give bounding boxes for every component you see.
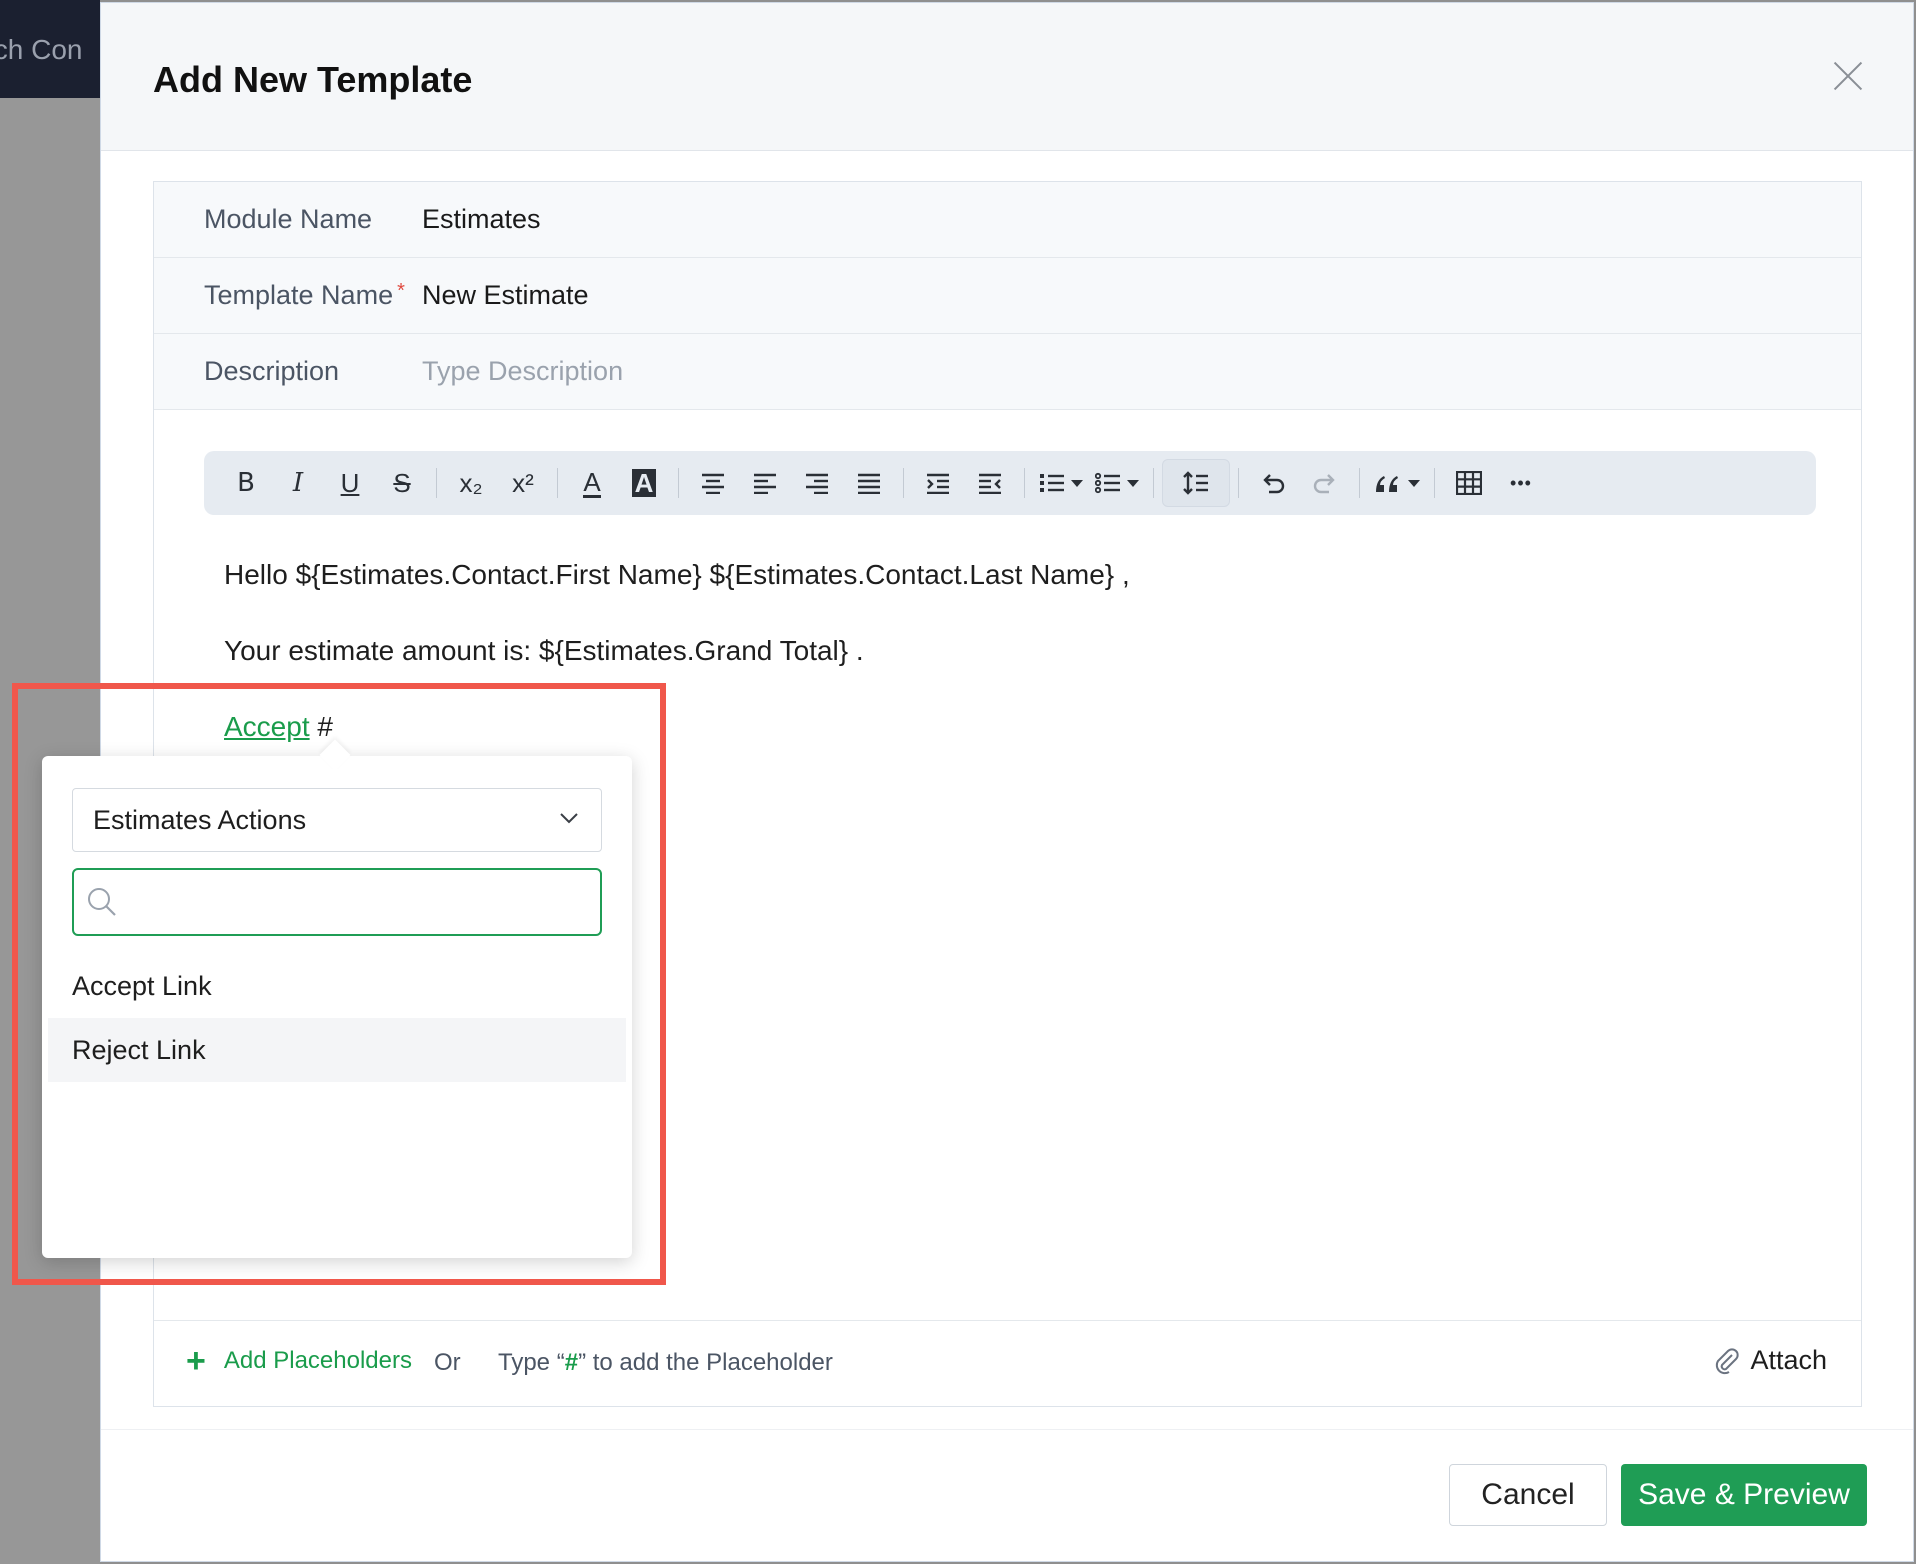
plus-icon: + — [186, 1342, 206, 1380]
modal-header: Add New Template — [101, 3, 1913, 151]
italic-label: I — [292, 468, 304, 498]
actions-select[interactable]: Estimates Actions — [72, 788, 602, 852]
bold-label: B — [237, 468, 255, 498]
chevron-down-icon — [1071, 479, 1083, 487]
numbered-list-icon[interactable] — [1033, 459, 1089, 507]
toolbar-divider — [1434, 468, 1435, 498]
superscript-label: x² — [512, 467, 534, 498]
form-footer: + Add Placeholders Or Type “#” to add th… — [154, 1320, 1861, 1406]
blockquote-icon[interactable] — [1368, 459, 1426, 507]
hint-pre: Type “ — [498, 1349, 565, 1376]
background-color-button[interactable]: A — [618, 459, 670, 507]
modal-footer: Cancel Save & Preview — [101, 1429, 1913, 1561]
template-name-row: Template Name * New Estimate — [154, 258, 1861, 334]
placeholder-popover: Estimates Actions Accept Link Reject Lin… — [42, 756, 632, 1258]
bold-button[interactable]: B — [220, 459, 272, 507]
background-color-label: A — [631, 469, 657, 497]
description-label: Description — [204, 356, 340, 386]
actions-select-value: Estimates Actions — [93, 805, 307, 835]
hash-trigger: # — [309, 711, 333, 742]
module-name-label: Module Name — [204, 204, 373, 234]
table-icon[interactable] — [1443, 459, 1495, 507]
italic-button[interactable]: I — [272, 459, 324, 507]
redo-icon[interactable] — [1299, 459, 1351, 507]
modal-title: Add New Template — [153, 59, 473, 100]
underline-label: U — [340, 467, 360, 498]
add-placeholders-button[interactable]: + Add Placeholders — [186, 1342, 412, 1380]
text-color-label: A — [583, 466, 601, 498]
outdent-icon[interactable] — [964, 459, 1016, 507]
text-color-button[interactable]: A — [566, 459, 618, 507]
toolbar-divider — [1359, 468, 1360, 498]
template-name-label-text: Template Name — [204, 280, 394, 310]
align-center-icon[interactable] — [687, 459, 739, 507]
attach-label: Attach — [1750, 1345, 1827, 1375]
template-name-input[interactable]: New Estimate — [422, 280, 589, 311]
chevron-down-icon — [560, 813, 578, 824]
toolbar-divider — [557, 468, 558, 498]
subscript-button[interactable]: x₂ — [445, 459, 497, 507]
or-text: Or — [434, 1349, 461, 1376]
attach-button[interactable]: Attach — [1712, 1345, 1827, 1376]
subscript-label: x₂ — [459, 467, 483, 498]
option-reject-link[interactable]: Reject Link — [48, 1018, 626, 1082]
editor-toolbar: B I U S x₂ x² A A ••• — [204, 451, 1816, 515]
close-icon[interactable] — [1831, 59, 1865, 93]
editor-line-2: Your estimate amount is: ${Estimates.Gra… — [224, 635, 864, 666]
accept-link[interactable]: Accept — [224, 711, 310, 742]
editor-line-3: Accept # — [224, 704, 1804, 750]
more-label: ••• — [1510, 472, 1532, 493]
search-field — [72, 868, 602, 936]
toolbar-divider — [1153, 468, 1154, 498]
save-preview-button[interactable]: Save & Preview — [1621, 1464, 1867, 1526]
toolbar-divider — [1238, 468, 1239, 498]
placeholder-hint: Type “#” to add the Placeholder — [498, 1349, 833, 1377]
line-height-icon[interactable] — [1162, 459, 1230, 507]
chevron-down-icon — [1127, 479, 1139, 487]
editor-content[interactable]: Hello ${Estimates.Contact.First Name} ${… — [224, 552, 1804, 780]
hint-post: ” to add the Placeholder — [578, 1349, 833, 1376]
description-input[interactable] — [422, 348, 1622, 394]
module-name-value: Estimates — [422, 204, 541, 234]
indent-icon[interactable] — [912, 459, 964, 507]
align-justify-icon[interactable] — [843, 459, 895, 507]
background-topbar: tch Con — [0, 0, 100, 98]
chevron-down-icon — [1408, 479, 1420, 487]
paperclip-icon — [1716, 1347, 1740, 1374]
strikethrough-label: S — [393, 467, 411, 498]
hint-hash: # — [564, 1349, 579, 1376]
description-row: Description — [154, 334, 1861, 410]
background-topbar-text: tch Con — [0, 34, 83, 65]
undo-icon[interactable] — [1247, 459, 1299, 507]
template-name-label: Template Name * — [204, 280, 405, 311]
option-accept-link[interactable]: Accept Link — [48, 954, 626, 1018]
search-input[interactable] — [130, 880, 590, 924]
superscript-button[interactable]: x² — [497, 459, 549, 507]
toolbar-divider — [903, 468, 904, 498]
required-marker: * — [397, 280, 405, 302]
toolbar-divider — [436, 468, 437, 498]
align-left-icon[interactable] — [739, 459, 791, 507]
module-name-row: Module Name Estimates — [154, 182, 1861, 258]
search-icon — [88, 888, 116, 916]
toolbar-divider — [678, 468, 679, 498]
align-right-icon[interactable] — [791, 459, 843, 507]
add-placeholders-label: Add Placeholders — [223, 1347, 412, 1374]
editor-line-1: Hello ${Estimates.Contact.First Name} ${… — [224, 559, 1130, 590]
toolbar-divider — [1024, 468, 1025, 498]
underline-button[interactable]: U — [324, 459, 376, 507]
more-options-icon[interactable]: ••• — [1495, 459, 1547, 507]
cancel-button[interactable]: Cancel — [1449, 1464, 1607, 1526]
bullet-list-icon[interactable] — [1089, 459, 1145, 507]
strikethrough-button[interactable]: S — [376, 459, 428, 507]
